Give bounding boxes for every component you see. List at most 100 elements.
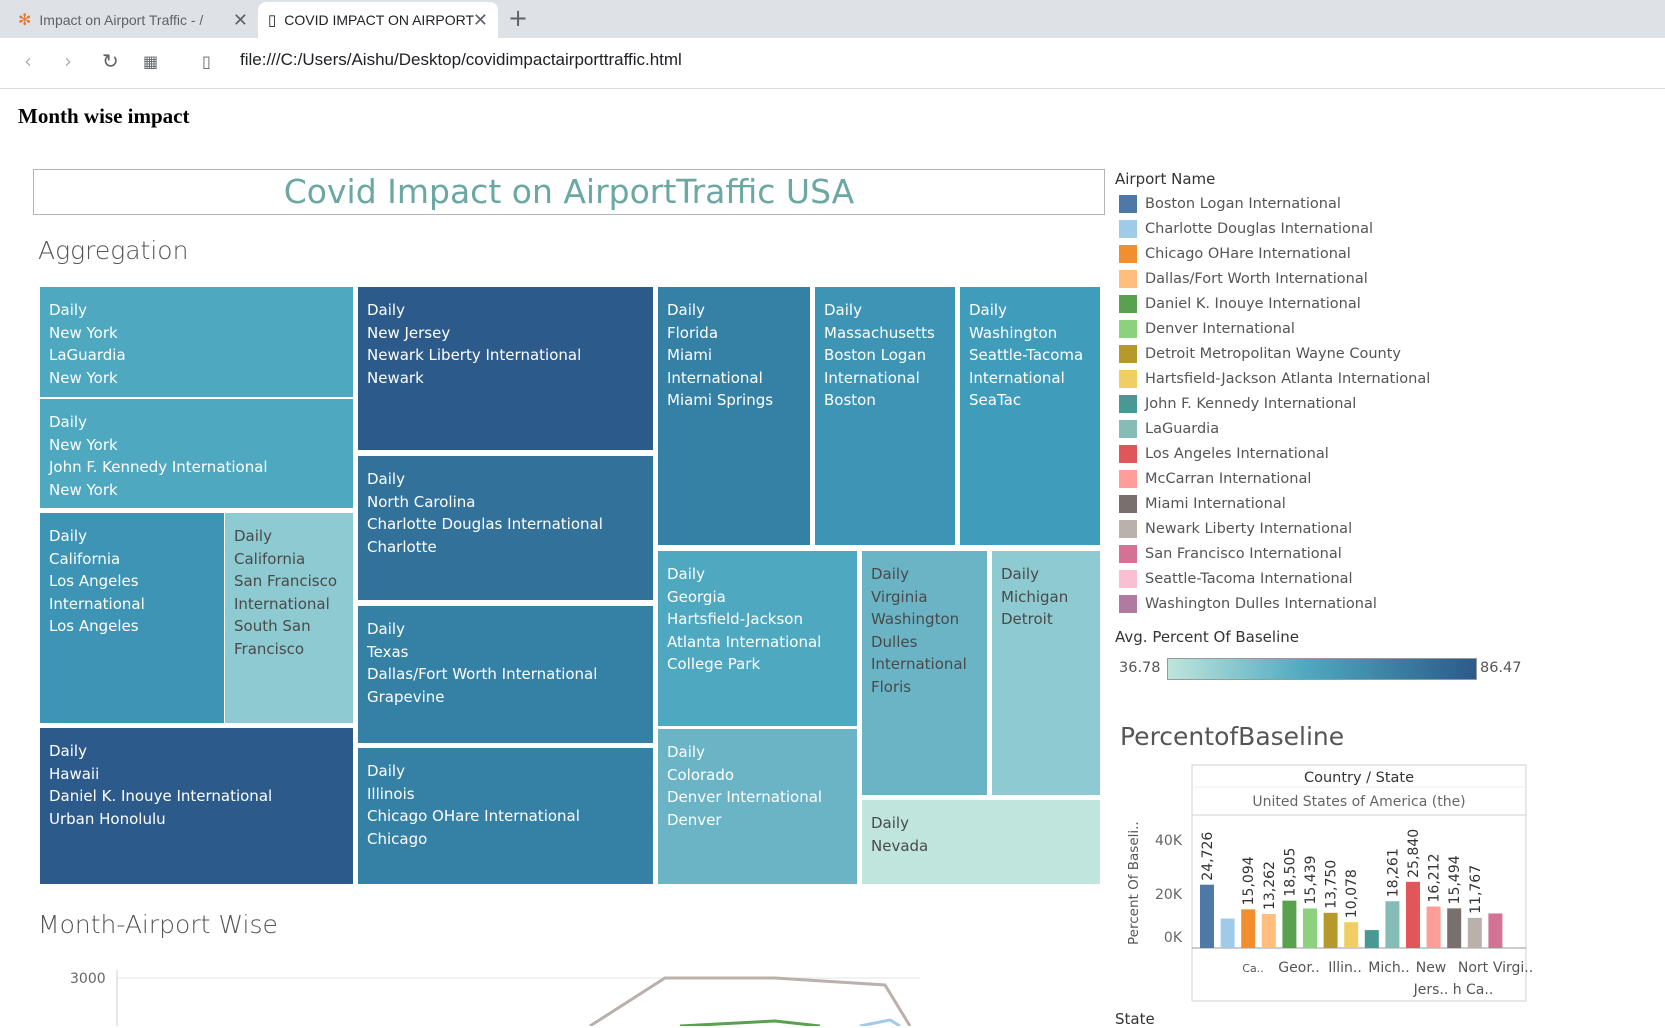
state-filter-label: State [1115,1010,1155,1028]
bar[interactable] [1220,918,1235,948]
page-info-icon[interactable]: ▯ [202,52,211,71]
bar[interactable] [1364,930,1379,948]
legend-item[interactable]: Charlotte Douglas International [1119,218,1373,240]
state-axis-label: Geor.. [1278,960,1319,976]
bar[interactable] [1488,913,1503,948]
treemap-cell-line: Boston [824,391,876,409]
file-icon: ▯ [268,12,277,29]
treemap-cell[interactable]: Daily Texas Dallas/Fort Worth Internationa… [358,606,653,743]
bar-value-label: 16,212 [1427,853,1443,902]
treemap-cell-line: California [49,549,121,568]
treemap-cell[interactable]: Daily Colorado Denver International Denver [658,729,857,884]
bar[interactable] [1261,914,1276,948]
apps-icon[interactable]: ▦ [143,52,158,71]
treemap-cell-line: North Carolina [367,492,476,511]
treemap-cell-line: Daily [367,301,405,319]
legend-item[interactable]: Los Angeles International [1119,443,1329,465]
address-bar[interactable]: file:///C:/Users/Aishu/Desktop/covidimpa… [240,50,682,70]
treemap-cell[interactable]: Daily Washington Seattle-Tacoma Internation… [960,287,1100,545]
treemap-cell[interactable]: Daily California San Francisco Internationa… [225,513,353,723]
legend-label: Seattle-Tacoma International [1145,571,1353,587]
state-axis-label: Mich.. [1368,960,1409,976]
close-tab-icon[interactable]: ✕ [473,10,488,31]
legend-item[interactable]: Seattle-Tacoma International [1119,568,1353,590]
bar[interactable] [1303,908,1317,948]
bar[interactable] [1323,912,1338,948]
tab-covid-impact[interactable]: ▯ COVID IMPACT ON AIRPORT ✕ [258,2,498,38]
tab-impact-on-airport-traffic[interactable]: ✻ Impact on Airport Traffic - / ✕ [8,2,258,38]
y-tick-label: 3000 [70,971,106,987]
legend-item[interactable]: Detroit Metropolitan Wayne County [1119,343,1401,365]
gradient-min-label: 36.78 [1119,660,1161,676]
treemap-cell-line: Atlanta International [667,632,822,651]
tab-bar: ✻ Impact on Airport Traffic - / ✕ ▯ COVI… [0,0,1665,38]
treemap-cell[interactable]: Daily Illinois Chicago OHare International… [358,748,653,884]
treemap-cell-line: Detroit [1001,610,1053,628]
treemap-cell[interactable]: Daily New York John F. Kennedy Internation… [40,399,353,508]
legend-item[interactable]: Miami International [1119,493,1286,515]
legend-item[interactable]: San Francisco International [1119,543,1342,565]
legend-item[interactable]: Chicago OHare International [1119,243,1351,265]
treemap-cell[interactable]: Daily Nevada [862,800,1100,884]
treemap-cell[interactable]: Daily Massachusetts Boston Logan Internatio… [815,287,955,545]
legend-item[interactable]: LaGuardia [1119,418,1219,440]
bar[interactable] [1426,906,1441,948]
bar[interactable] [1467,917,1482,948]
treemap-cell-line: South San [234,617,311,635]
treemap-cell[interactable]: Daily North Carolina Charlotte Douglas Int… [358,456,653,600]
bar[interactable] [1406,881,1420,948]
treemap-cell-line: Massachusetts [824,323,935,342]
treemap-cell[interactable]: Daily Michigan Detroit [992,551,1100,795]
reload-icon[interactable]: ↻ [102,49,119,73]
dashboard-title: Covid Impact on AirportTraffic USA [283,172,855,211]
treemap-cell[interactable]: Daily Virginia Washington Dulles Internation… [862,551,987,795]
y-tick-0k: 0K [1164,930,1183,946]
legend-item[interactable]: Boston Logan International [1119,193,1341,215]
legend-label: Daniel K. Inouye International [1145,296,1361,312]
legend-item[interactable]: John F. Kennedy International [1119,393,1356,415]
legend-item[interactable]: Denver International [1119,318,1295,340]
treemap-cell-line: International [234,594,330,613]
gradient-max-label: 86.47 [1480,660,1522,676]
legend-label: Washington Dulles International [1145,596,1377,612]
treemap-cell-line: Newark Liberty International [367,346,582,364]
bar[interactable] [1447,908,1462,948]
forward-icon[interactable]: › [64,49,72,73]
close-tab-icon[interactable]: ✕ [233,10,248,31]
new-tab-icon[interactable]: + [508,4,528,32]
treemap-cell-line: Michigan [1001,587,1069,606]
treemap-cell-line: Illinois [367,784,415,803]
treemap-cell-line: California [234,549,306,568]
treemap-cell[interactable]: Daily Florida Miami International Miami Spri… [658,287,810,545]
tab-title: Impact on Airport Traffic - / [39,12,204,28]
treemap-cell[interactable]: Daily New Jersey Newark Liberty Internatio… [358,287,653,450]
legend-item[interactable]: Daniel K. Inouye International [1119,293,1361,315]
treemap-cell-line: New York [49,435,118,454]
treemap-cell[interactable]: Daily New York LaGuardia New York [40,287,353,397]
legend-item[interactable]: Washington Dulles International [1119,593,1377,615]
back-icon[interactable]: ‹ [24,49,32,73]
treemap-cell-line: Daily [234,527,272,545]
treemap-cell[interactable]: Daily Hawaii Daniel K. Inouye Internationa… [40,728,353,884]
bar[interactable] [1282,900,1297,948]
treemap-cell-line: Denver International [667,788,823,806]
treemap-cell-line: International [49,594,145,613]
legend-label: McCarran International [1145,471,1312,487]
legend-item[interactable]: Dallas/Fort Worth International [1119,268,1368,290]
treemap-cell[interactable]: Daily California Los Angeles International L… [40,513,224,723]
bar[interactable] [1200,884,1214,948]
tab-title: COVID IMPACT ON AIRPORT [284,12,475,28]
treemap-cell-line: Daily [824,301,862,319]
bar-value-label: 18,261 [1385,848,1401,897]
legend-item[interactable]: Newark Liberty International [1119,518,1352,540]
bar[interactable] [1385,901,1400,948]
gradient-bar [1167,658,1477,680]
legend-item[interactable]: McCarran International [1119,468,1311,490]
bar[interactable] [1241,909,1256,948]
bar-value-label: 18,505 [1282,848,1298,897]
legend-item[interactable]: Hartsfield-Jackson Atlanta International [1119,368,1430,390]
treemap-cell-line: Washington [871,610,960,628]
treemap-cell[interactable]: Daily Georgia Hartsfield-Jackson Atlanta In… [658,551,857,726]
y-tick-40k: 40K [1155,833,1183,849]
bar[interactable] [1344,922,1359,948]
